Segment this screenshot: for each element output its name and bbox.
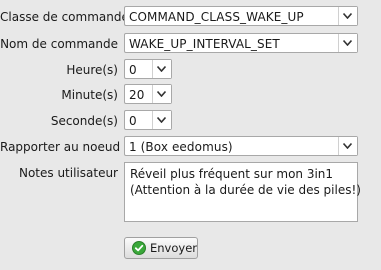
minutes-value: 20 xyxy=(129,88,145,102)
command-name-value: WAKE_UP_INTERVAL_SET xyxy=(129,37,280,51)
hours-select[interactable]: 0 xyxy=(124,59,172,79)
notes-textarea[interactable]: Réveil plus fréquent sur mon 3in1 (Atten… xyxy=(124,162,361,222)
hours-value: 0 xyxy=(129,63,137,77)
seconds-select[interactable]: 0 xyxy=(124,110,172,130)
seconds-value: 0 xyxy=(129,114,137,128)
minutes-label: Minute(s) xyxy=(61,88,118,102)
report-node-row: Rapporter au noeud 1 (Box eedomus) xyxy=(0,136,381,158)
command-class-row: Classe de commande COMMAND_CLASS_WAKE_UP xyxy=(0,6,381,28)
checkmark-icon xyxy=(132,241,146,258)
command-class-select[interactable]: COMMAND_CLASS_WAKE_UP xyxy=(124,6,358,26)
command-class-label: Classe de commande xyxy=(0,10,129,24)
report-node-label: Rapporter au noeud xyxy=(0,140,121,154)
notes-label: Notes utilisateur xyxy=(18,166,118,180)
submit-button-label: Envoyer xyxy=(150,241,198,255)
seconds-row: Seconde(s) 0 xyxy=(0,110,381,132)
minutes-row: Minute(s) 20 xyxy=(0,84,381,106)
hours-row: Heure(s) 0 xyxy=(0,59,381,81)
command-name-select[interactable]: WAKE_UP_INTERVAL_SET xyxy=(124,33,358,53)
minutes-select[interactable]: 20 xyxy=(124,84,172,104)
seconds-label: Seconde(s) xyxy=(50,114,118,128)
hours-label: Heure(s) xyxy=(66,63,118,77)
chevron-down-icon[interactable] xyxy=(152,111,171,129)
command-name-label: Nom de commande xyxy=(0,37,118,51)
chevron-down-icon[interactable] xyxy=(338,137,357,155)
report-node-value: 1 (Box eedomus) xyxy=(129,140,233,154)
command-name-row: Nom de commande WAKE_UP_INTERVAL_SET xyxy=(0,33,381,55)
chevron-down-icon[interactable] xyxy=(152,85,171,103)
chevron-down-icon[interactable] xyxy=(152,60,171,78)
report-node-select[interactable]: 1 (Box eedomus) xyxy=(124,136,358,156)
command-class-value: COMMAND_CLASS_WAKE_UP xyxy=(129,10,304,24)
submit-button[interactable]: Envoyer xyxy=(124,237,198,259)
chevron-down-icon[interactable] xyxy=(338,7,357,25)
chevron-down-icon[interactable] xyxy=(338,34,357,52)
